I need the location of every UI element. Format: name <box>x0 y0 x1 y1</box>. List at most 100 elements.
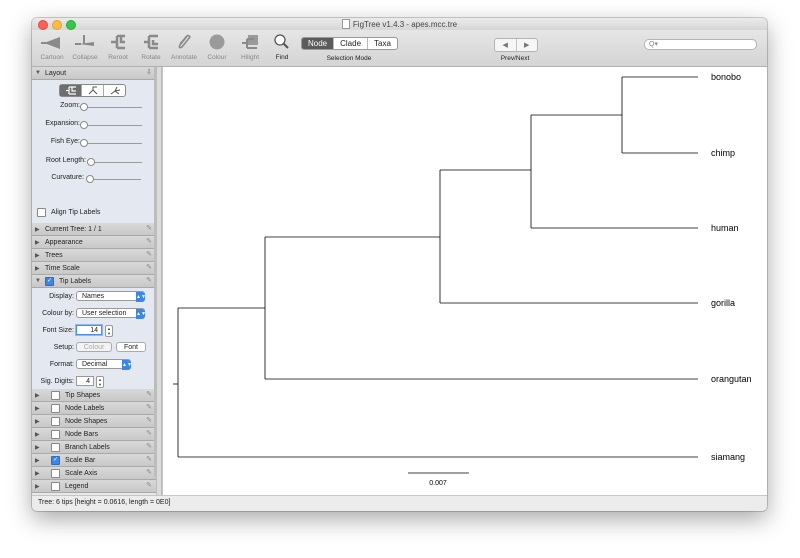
sigdigits-stepper[interactable]: ▲ ▼ <box>96 376 104 388</box>
prev-arrow-icon[interactable]: ◀ <box>495 39 517 51</box>
taxa-mode-button[interactable]: Taxa <box>367 38 397 49</box>
scale-bar-checkbox[interactable] <box>51 455 60 465</box>
pin-icon[interactable]: ✎ <box>146 416 152 424</box>
branch-labels-checkbox[interactable] <box>51 442 60 452</box>
zoom-slider-track[interactable] <box>84 107 142 108</box>
legend-checkbox[interactable] <box>51 481 60 491</box>
rectangular-layout-icon[interactable] <box>60 85 81 96</box>
display-value: Names <box>82 293 105 300</box>
annotate-tool[interactable]: Annotate <box>168 33 200 61</box>
find-tool[interactable]: Find <box>266 33 298 61</box>
pin-icon[interactable]: ✎ <box>146 455 152 463</box>
branch-labels-panel-header[interactable]: ▶ Branch Labels ✎ <box>32 441 156 454</box>
rootlength-slider-track[interactable] <box>92 162 142 163</box>
pin-icon[interactable]: ✎ <box>146 442 152 450</box>
pin-icon[interactable]: ✎ <box>146 237 152 245</box>
title-bar: FigTree v1.4.3 - apes.mcc.tre <box>32 18 767 30</box>
tip-label-bonobo[interactable]: bonobo <box>711 72 741 82</box>
curvature-slider-track[interactable] <box>91 179 141 180</box>
close-window-button[interactable] <box>38 20 48 30</box>
next-arrow-icon[interactable]: ▶ <box>517 39 538 51</box>
tip-labels-panel-header[interactable]: ▼ Tip Labels ✎ <box>32 275 156 288</box>
colour-icon <box>206 33 228 51</box>
tip-label-orangutan[interactable]: orangutan <box>711 374 752 384</box>
appearance-panel-header[interactable]: ▶ Appearance ✎ <box>32 236 156 249</box>
clade-mode-button[interactable]: Clade <box>333 38 367 49</box>
scale-axis-checkbox[interactable] <box>51 468 60 478</box>
pin-icon[interactable]: ✎ <box>146 263 152 271</box>
format-label: Format: <box>49 361 74 368</box>
pin-icon[interactable]: ✎ <box>146 224 152 232</box>
expansion-slider-knob[interactable] <box>80 121 88 129</box>
pin-icon[interactable]: ✎ <box>146 481 152 489</box>
curvature-slider-knob[interactable] <box>86 175 94 183</box>
tip-shapes-panel-header[interactable]: ▶ Tip Shapes ✎ <box>32 389 156 402</box>
pin-icon[interactable]: ⇩ <box>146 68 152 76</box>
layout-panel-header[interactable]: ▼ Layout ⇩ <box>32 67 156 80</box>
node-labels-panel-header[interactable]: ▶ Node Labels ✎ <box>32 402 156 415</box>
align-tip-labels-checkbox[interactable] <box>37 208 46 217</box>
fisheye-slider-track[interactable] <box>84 143 142 144</box>
pin-icon[interactable]: ✎ <box>146 250 152 258</box>
legend-panel-header[interactable]: ▶ Legend ✎ <box>32 480 156 493</box>
tip-labels: bonobo chimp human gorilla orangutan sia… <box>711 72 752 462</box>
layout-type-selector <box>59 84 126 97</box>
tip-label-human[interactable]: human <box>711 223 739 233</box>
polar-layout-icon[interactable] <box>81 85 103 96</box>
tip-labels-checkbox[interactable] <box>45 276 54 286</box>
pin-icon[interactable]: ✎ <box>146 390 152 398</box>
font-button[interactable]: Font <box>116 342 146 352</box>
tip-label-gorilla[interactable]: gorilla <box>711 298 735 308</box>
colour-tool[interactable]: Colour <box>201 33 233 61</box>
tip-label-siamang[interactable]: siamang <box>711 452 745 462</box>
rootlength-slider-knob[interactable] <box>87 158 95 166</box>
node-shapes-checkbox[interactable] <box>51 416 60 426</box>
pin-icon[interactable]: ✎ <box>146 429 152 437</box>
node-bars-checkbox[interactable] <box>51 429 60 439</box>
collapse-tool[interactable]: Collapse <box>69 33 101 61</box>
search-field[interactable]: Q▾ <box>644 39 757 50</box>
pin-icon[interactable]: ✎ <box>146 403 152 411</box>
fontsize-input[interactable]: 14 <box>76 325 102 335</box>
display-dropdown[interactable]: Names ▲▼ <box>76 291 146 302</box>
minimize-window-button[interactable] <box>52 20 62 30</box>
dropdown-arrow-icon: ▲▼ <box>136 291 146 302</box>
node-bars-panel-header[interactable]: ▶ Node Bars ✎ <box>32 428 156 441</box>
node-labels-checkbox[interactable] <box>51 403 60 413</box>
colour-button[interactable]: Colour <box>76 342 112 352</box>
format-dropdown[interactable]: Decimal ▲▼ <box>76 359 132 370</box>
cartoon-tool[interactable]: Cartoon <box>36 33 68 61</box>
colourby-dropdown[interactable]: User selection ▲▼ <box>76 308 146 319</box>
panel-title: Tip Shapes <box>65 391 101 399</box>
zoom-slider-knob[interactable] <box>80 103 88 111</box>
fontsize-stepper[interactable]: ▲ ▼ <box>105 325 113 337</box>
hilight-tool[interactable]: Hilight <box>234 33 266 61</box>
fisheye-slider-knob[interactable] <box>80 139 88 147</box>
controls-sidebar: ▼ Layout ⇩ Zoom: Expansion: Fish Eye: Ro… <box>32 67 156 495</box>
zoom-slider-row: Zoom: <box>32 101 156 113</box>
trees-panel-header[interactable]: ▶ Trees ✎ <box>32 249 156 262</box>
tip-shapes-checkbox[interactable] <box>51 390 60 400</box>
tip-label-chimp[interactable]: chimp <box>711 148 735 158</box>
radial-layout-icon[interactable] <box>103 85 125 96</box>
maximize-window-button[interactable] <box>66 20 76 30</box>
cartoon-label: Cartoon <box>40 54 64 61</box>
current-tree-panel-header[interactable]: ▶ Current Tree: 1 / 1 ✎ <box>32 223 156 236</box>
scale-axis-panel-header[interactable]: ▶ Scale Axis ✎ <box>32 467 156 480</box>
align-tip-labels-row[interactable]: Align Tip Labels <box>37 208 100 217</box>
disclosure-closed-icon: ▶ <box>35 239 40 246</box>
node-mode-button[interactable]: Node <box>302 38 334 49</box>
window-controls <box>38 20 76 30</box>
panel-title: Time Scale <box>45 264 80 272</box>
pin-icon[interactable]: ✎ <box>146 468 152 476</box>
reroot-tool[interactable]: Reroot <box>102 33 134 61</box>
node-shapes-panel-header[interactable]: ▶ Node Shapes ✎ <box>32 415 156 428</box>
rotate-tool[interactable]: Rotate <box>135 33 167 61</box>
sigdigits-input[interactable]: 4 <box>76 376 94 386</box>
tree-canvas[interactable]: bonobo chimp human gorilla orangutan sia… <box>162 67 767 495</box>
hilight-label: Hilight <box>240 54 260 61</box>
time-scale-panel-header[interactable]: ▶ Time Scale ✎ <box>32 262 156 275</box>
pin-icon[interactable]: ✎ <box>146 276 152 284</box>
expansion-slider-track[interactable] <box>84 125 142 126</box>
scale-bar-panel-header[interactable]: ▶ Scale Bar ✎ <box>32 454 156 467</box>
